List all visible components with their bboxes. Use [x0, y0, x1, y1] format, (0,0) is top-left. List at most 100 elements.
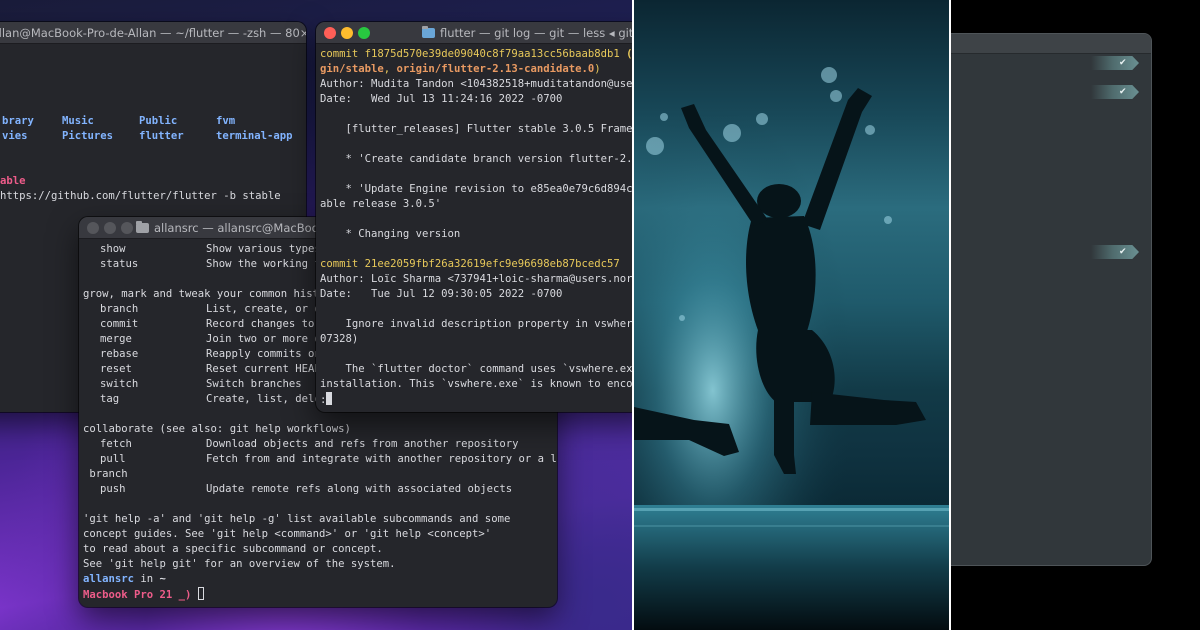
- log-text: Author: Mudita Tandon <104382518+muditat…: [320, 78, 632, 90]
- directory-entry: Public: [139, 115, 178, 127]
- minimize-button[interactable]: [104, 222, 116, 234]
- log-line: * 'Create candidate branch version flutt…: [320, 152, 633, 167]
- minimize-button[interactable]: [341, 27, 353, 39]
- terminal-window-git-log[interactable]: flutter — git log — git — less ◂ git log…: [316, 22, 632, 412]
- log-line: Date: Wed Jul 13 11:24:16 2022 -0700: [320, 92, 562, 107]
- git-command-description: Update remote refs along with associated…: [206, 483, 513, 495]
- prompt-in: in: [134, 573, 160, 585]
- status-badge: ✔: [1091, 56, 1139, 70]
- git-command-name: reset: [100, 363, 132, 375]
- log-line: installation. This `vswhere.exe` is know…: [320, 377, 632, 392]
- shell-prompt: allansrc in ~: [83, 572, 166, 587]
- commit-hash: 21ee2059fbf26a32619efc9e96698eb87bcedc57: [364, 258, 620, 270]
- silhouette-illustration: [634, 0, 949, 630]
- log-line: able release 3.0.5': [320, 197, 441, 212]
- directory-entry: Music: [62, 115, 94, 127]
- log-line: * 'Update Engine revision to e85ea0e79c6…: [320, 182, 633, 197]
- git-command-name: merge: [100, 333, 132, 345]
- log-text: Date: Wed Jul 13 11:24:16 2022 -0700: [320, 93, 563, 105]
- git-command-description: Switch branches: [206, 378, 302, 390]
- commit-label: commit: [320, 258, 365, 270]
- log-line: Author: Mudita Tandon <104382518+muditat…: [320, 77, 632, 92]
- status-badge: ✔: [1091, 85, 1139, 99]
- log-line: Ignore invalid description property in v…: [320, 317, 633, 332]
- ref-close: ): [594, 63, 601, 75]
- text-cursor: [326, 392, 333, 405]
- commit-refs: (HEAD -> stable,: [626, 48, 632, 60]
- log-line: The `flutter doctor` command uses `vswhe…: [320, 362, 633, 377]
- log-text: * 'Create candidate branch version flutt…: [345, 153, 633, 165]
- branch-ref: origin/flutter-2.13-candidate.0: [396, 63, 595, 75]
- git-command-description: Download objects and refs from another r…: [206, 438, 519, 450]
- log-line: [flutter_releases] Flutter stable 3.0.5 …: [320, 122, 633, 137]
- git-command-name: status: [100, 258, 139, 270]
- jumping-person-photo: [634, 0, 949, 630]
- log-text: Author: Loïc Sharma <737941+loic-sharma@…: [320, 273, 632, 285]
- commit-line: commit f1875d570e39de09040c8f79aa13cc56b…: [320, 47, 632, 62]
- terminal-titlebar[interactable]: allan — allan@MacBook-Pro-de-Allan — ~/f…: [0, 22, 306, 44]
- checkmark-icon: ✔: [1119, 87, 1127, 97]
- log-text: The `flutter doctor` command uses `vswhe…: [345, 363, 633, 375]
- desktop-screenshot-panel: allan — allan@MacBook-Pro-de-Allan — ~/f…: [0, 0, 632, 630]
- dark-app-panel: ✔ ✔ ✔: [951, 0, 1200, 630]
- git-command-name: rebase: [100, 348, 139, 360]
- text-cursor: [197, 587, 204, 600]
- directory-entry: brary: [2, 115, 34, 127]
- folder-icon: [422, 26, 435, 38]
- close-button[interactable]: [87, 222, 99, 234]
- window-title: allan — allan@MacBook-Pro-de-Allan — ~/f…: [0, 26, 306, 40]
- commit-refs-line: gin/stable, origin/flutter-2.13-candidat…: [320, 62, 601, 77]
- branch-ref: gin/stable: [320, 63, 384, 75]
- commit-line: commit 21ee2059fbf26a32619efc9e96698eb87…: [320, 257, 620, 272]
- log-text: able release 3.0.5': [320, 198, 442, 210]
- zoom-button[interactable]: [121, 222, 133, 234]
- log-line: Date: Tue Jul 12 09:30:05 2022 -0700: [320, 287, 562, 302]
- log-line: Author: Loïc Sharma <737941+loic-sharma@…: [320, 272, 632, 287]
- git-command-name: fetch: [100, 438, 132, 450]
- git-command-name: switch: [100, 378, 139, 390]
- prompt-user: allansrc: [83, 573, 135, 585]
- log-line: 07328): [320, 332, 358, 347]
- log-text: installation. This `vswhere.exe` is know…: [320, 378, 632, 390]
- terminal-titlebar[interactable]: flutter — git log — git — less ◂ git log: [316, 22, 632, 44]
- output-line: concept guides. See 'git help <command>'…: [83, 528, 492, 540]
- status-badge: ✔: [1091, 245, 1139, 259]
- prompt-host: Macbook Pro 21 _): [83, 589, 198, 601]
- directory-entry: Pictures: [62, 130, 114, 142]
- close-button[interactable]: [324, 27, 336, 39]
- commit-label: commit: [320, 48, 365, 60]
- pager-prompt[interactable]: :: [320, 392, 333, 408]
- log-text: [flutter_releases] Flutter stable 3.0.5 …: [345, 123, 633, 135]
- directory-entry: fvm: [216, 115, 236, 127]
- zoom-button[interactable]: [358, 27, 370, 39]
- log-text: * Changing version: [320, 228, 461, 240]
- directory-entry: terminal-app: [216, 130, 293, 142]
- output-line: 'git help -a' and 'git help -g' list ava…: [83, 513, 511, 525]
- ref-separator: ,: [383, 63, 397, 75]
- log-line: * Changing version: [320, 227, 461, 242]
- prompt-directory: ~: [159, 573, 166, 585]
- directory-entry: vies: [2, 130, 28, 142]
- git-command-name: show: [100, 243, 126, 255]
- log-text: * 'Update Engine revision to e85ea0e79c6…: [345, 183, 633, 195]
- output-line: branch: [83, 468, 128, 480]
- shell-prompt-line[interactable]: Macbook Pro 21 _): [83, 587, 204, 603]
- traffic-lights: [87, 222, 138, 238]
- directory-entry: flutter: [139, 130, 184, 142]
- commit-hash: f1875d570e39de09040c8f79aa13cc56baab8db1: [364, 48, 620, 60]
- checkmark-icon: ✔: [1119, 58, 1127, 68]
- log-text: Ignore invalid description property in v…: [345, 318, 633, 330]
- window-titlebar[interactable]: [951, 34, 1151, 54]
- folder-icon: [136, 221, 149, 233]
- git-command-name: commit: [100, 318, 139, 330]
- output-line: grow, mark and tweak your common history: [83, 288, 339, 300]
- log-text: Date: Tue Jul 12 09:30:05 2022 -0700: [320, 288, 563, 300]
- git-command-description: Fetch from and integrate with another re…: [206, 453, 557, 465]
- command-line: https://github.com/flutter/flutter -b st…: [0, 190, 281, 202]
- checkmark-icon: ✔: [1119, 247, 1127, 257]
- output-line: to read about a specific subcommand or c…: [83, 543, 383, 555]
- output-line: collaborate (see also: git help workflow…: [83, 423, 351, 435]
- app-window[interactable]: ✔ ✔ ✔: [951, 33, 1152, 566]
- terminal-output[interactable]: commit f1875d570e39de09040c8f79aa13cc56b…: [316, 44, 632, 412]
- traffic-lights: [324, 27, 375, 43]
